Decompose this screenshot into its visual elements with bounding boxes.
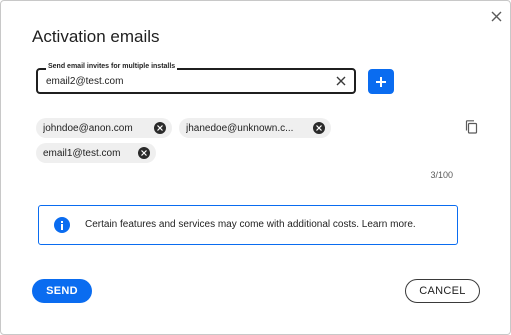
clear-input-button[interactable] bbox=[334, 74, 348, 88]
email-chip: email1@test.com bbox=[36, 143, 156, 163]
email-chip-label: jhanedoe@unknown.c... bbox=[186, 122, 294, 134]
clear-x-icon bbox=[336, 76, 346, 86]
email-field[interactable]: Send email invites for multiple installs bbox=[36, 62, 356, 94]
email-chip-label: johndoe@anon.com bbox=[43, 122, 133, 134]
dialog-title: Activation emails bbox=[32, 27, 160, 46]
remove-x-icon bbox=[141, 150, 147, 156]
info-icon bbox=[54, 217, 70, 233]
send-button[interactable]: SEND bbox=[32, 279, 92, 303]
info-message: Certain features and services may come w… bbox=[85, 219, 360, 230]
email-chip-label: email1@test.com bbox=[43, 147, 121, 159]
close-button[interactable] bbox=[485, 5, 507, 27]
add-email-button[interactable] bbox=[368, 69, 394, 94]
remove-chip-button[interactable] bbox=[138, 147, 150, 159]
remove-chip-button[interactable] bbox=[313, 122, 325, 134]
remove-x-icon bbox=[316, 125, 322, 131]
email-chip: jhanedoe@unknown.c... bbox=[179, 118, 331, 138]
learn-more-link[interactable]: Learn more. bbox=[362, 219, 416, 230]
close-icon bbox=[491, 11, 501, 21]
email-counter: 3/100 bbox=[430, 170, 453, 180]
email-chip: johndoe@anon.com bbox=[36, 118, 172, 138]
copy-button[interactable] bbox=[463, 119, 479, 135]
activation-emails-dialog: Activation emails Send email invites for… bbox=[0, 0, 511, 335]
email-field-label: Send email invites for multiple installs bbox=[46, 62, 178, 72]
cancel-button[interactable]: CANCEL bbox=[405, 279, 480, 303]
plus-icon bbox=[376, 76, 386, 87]
info-banner: Certain features and services may come w… bbox=[38, 205, 458, 245]
remove-x-icon bbox=[157, 125, 163, 131]
remove-chip-button[interactable] bbox=[154, 122, 166, 134]
info-text: Certain features and services may come w… bbox=[85, 219, 416, 230]
copy-icon bbox=[465, 120, 477, 134]
email-input[interactable] bbox=[46, 73, 326, 89]
